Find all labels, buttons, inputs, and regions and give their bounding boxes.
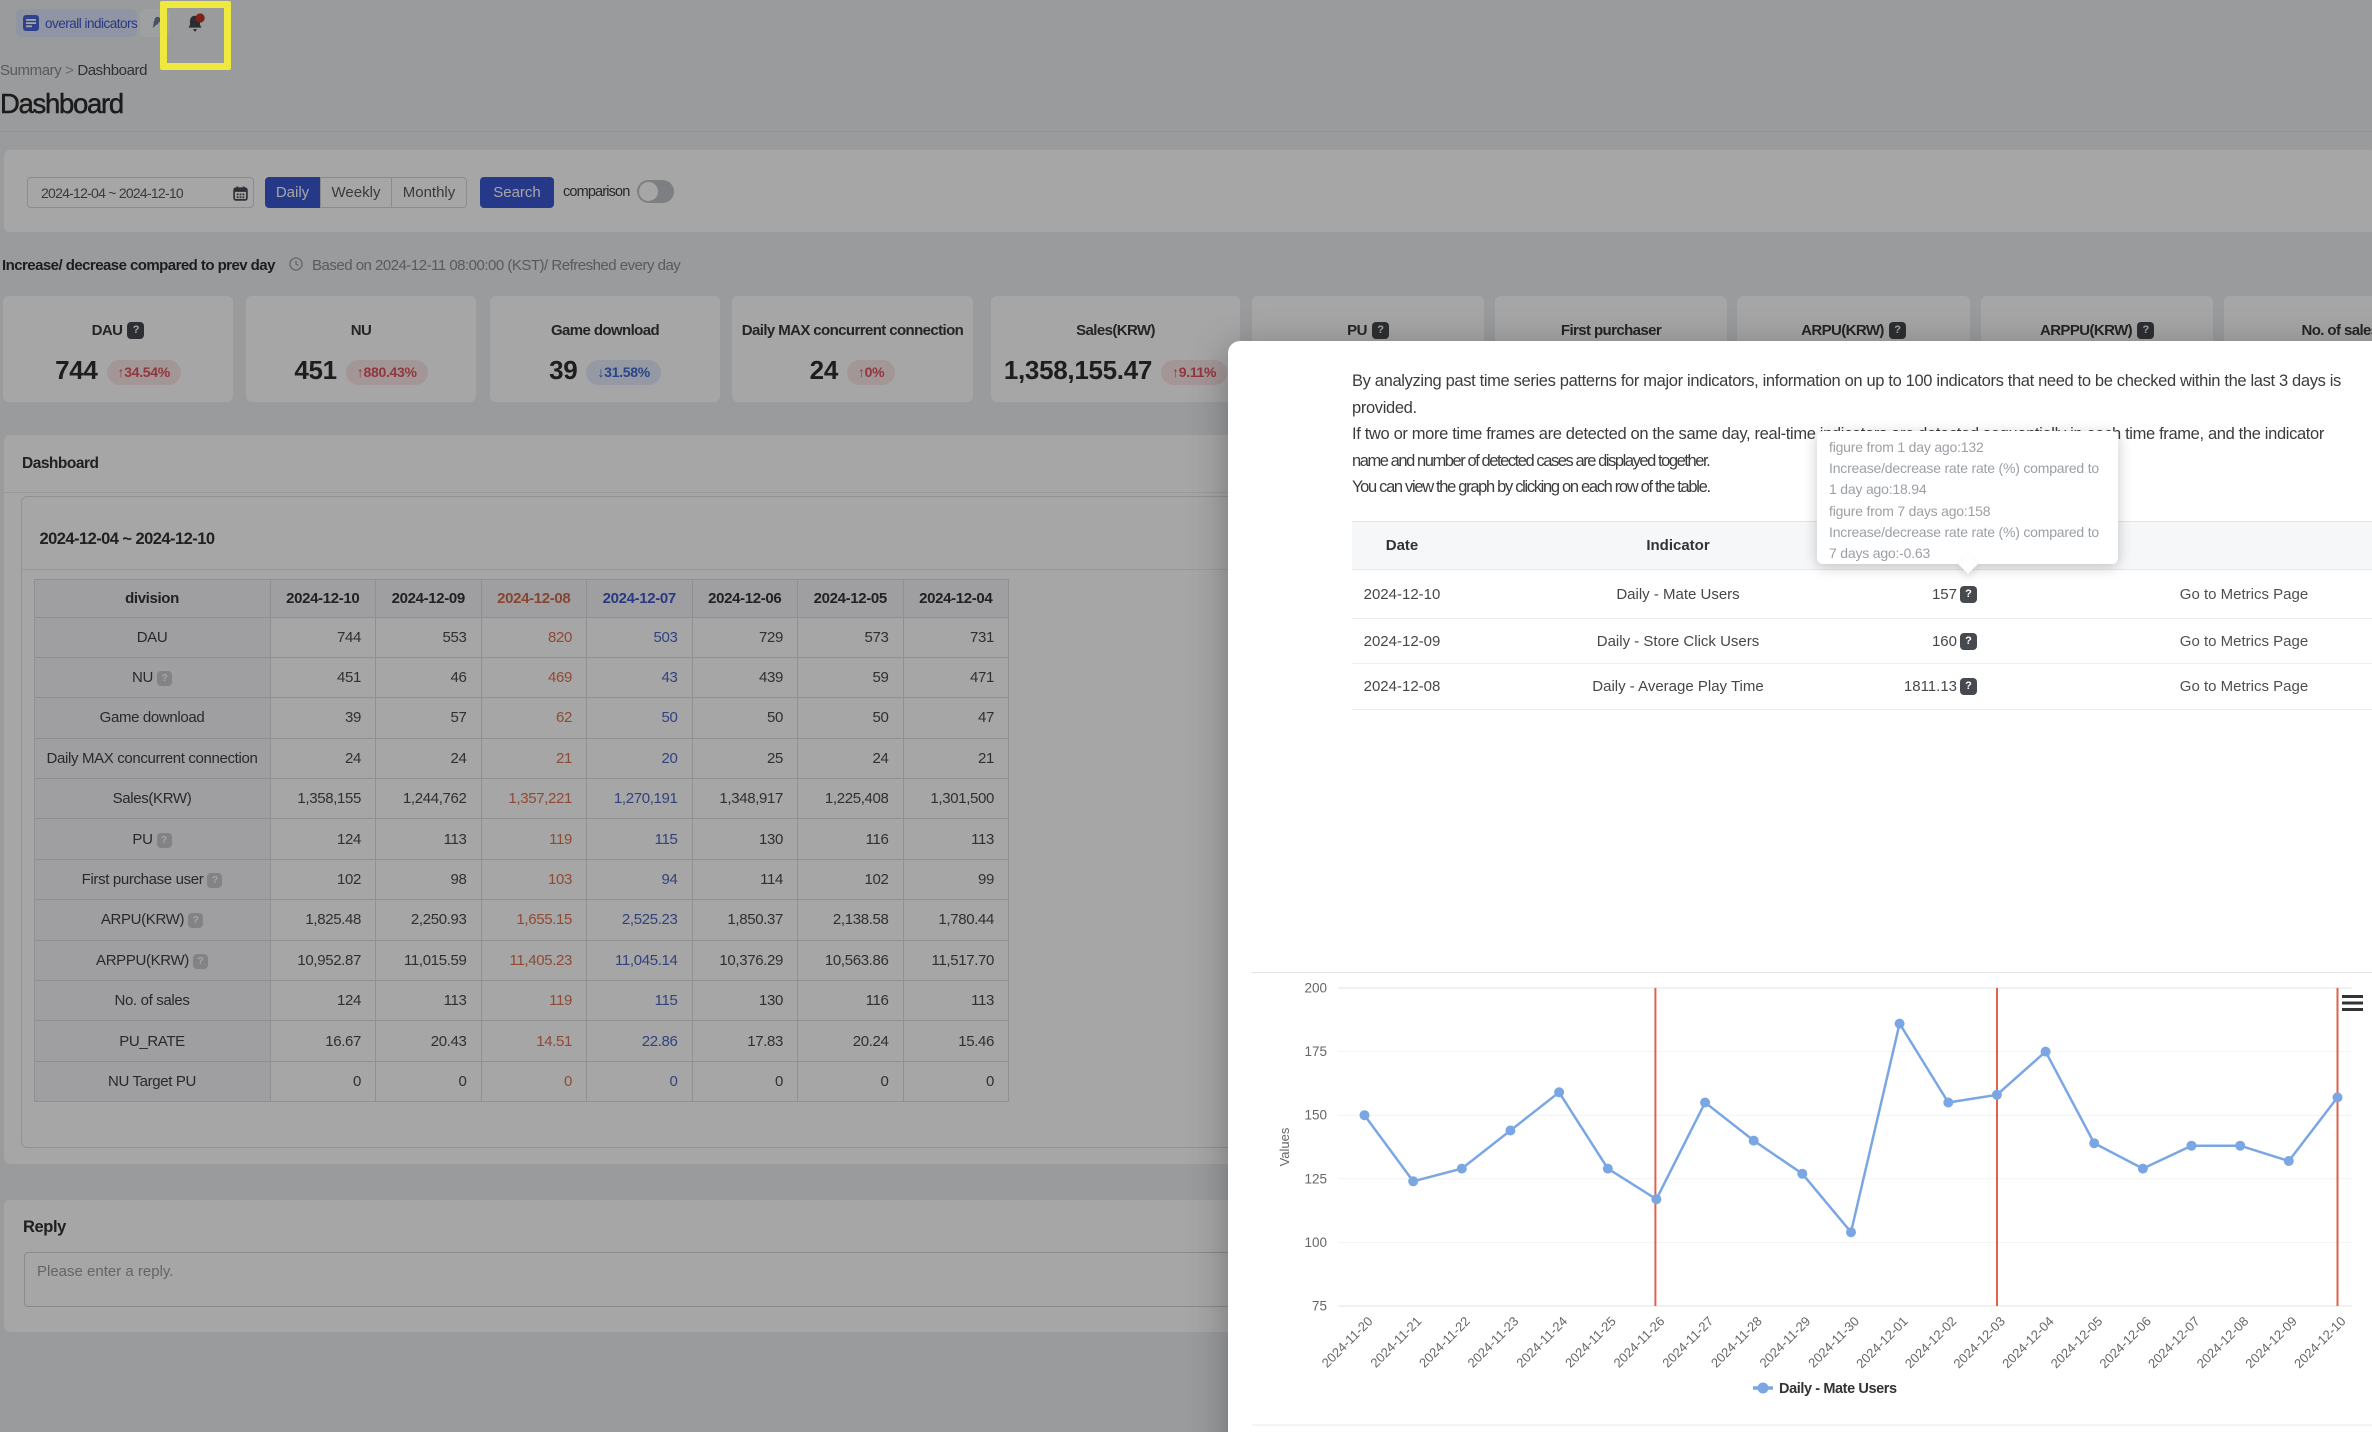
- svg-text:2024-11-20: 2024-11-20: [1319, 1314, 1376, 1371]
- svg-text:2024-12-04: 2024-12-04: [1999, 1314, 2057, 1372]
- svg-text:2024-12-03: 2024-12-03: [1950, 1314, 2008, 1372]
- svg-text:2024-11-21: 2024-11-21: [1367, 1314, 1424, 1371]
- svg-text:75: 75: [1312, 1299, 1327, 1314]
- svg-text:200: 200: [1304, 981, 1327, 996]
- svg-text:2024-12-02: 2024-12-02: [1902, 1314, 1960, 1372]
- svg-text:2024-11-24: 2024-11-24: [1513, 1314, 1570, 1371]
- svg-text:2024-11-22: 2024-11-22: [1416, 1314, 1473, 1371]
- svg-text:2024-12-01: 2024-12-01: [1853, 1314, 1911, 1372]
- svg-text:Daily - Mate Users: Daily - Mate Users: [1779, 1381, 1897, 1397]
- svg-text:2024-11-28: 2024-11-28: [1708, 1314, 1765, 1371]
- svg-text:Values: Values: [1277, 1127, 1292, 1166]
- svg-text:2024-11-23: 2024-11-23: [1465, 1314, 1522, 1371]
- svg-text:2024-11-27: 2024-11-27: [1659, 1314, 1716, 1371]
- svg-text:2024-12-05: 2024-12-05: [2048, 1314, 2106, 1372]
- svg-text:2024-12-08: 2024-12-08: [2194, 1314, 2252, 1372]
- svg-text:2024-11-26: 2024-11-26: [1611, 1314, 1668, 1371]
- svg-text:175: 175: [1304, 1044, 1327, 1059]
- svg-text:2024-12-06: 2024-12-06: [2096, 1314, 2154, 1372]
- svg-text:2024-12-09: 2024-12-09: [2242, 1314, 2300, 1372]
- svg-text:2024-11-29: 2024-11-29: [1756, 1314, 1813, 1371]
- svg-text:2024-12-10: 2024-12-10: [2291, 1314, 2349, 1372]
- svg-text:125: 125: [1304, 1171, 1327, 1186]
- svg-text:2024-11-25: 2024-11-25: [1562, 1314, 1619, 1371]
- svg-text:150: 150: [1304, 1108, 1327, 1123]
- svg-text:100: 100: [1304, 1235, 1327, 1250]
- svg-text:2024-12-07: 2024-12-07: [2145, 1314, 2203, 1372]
